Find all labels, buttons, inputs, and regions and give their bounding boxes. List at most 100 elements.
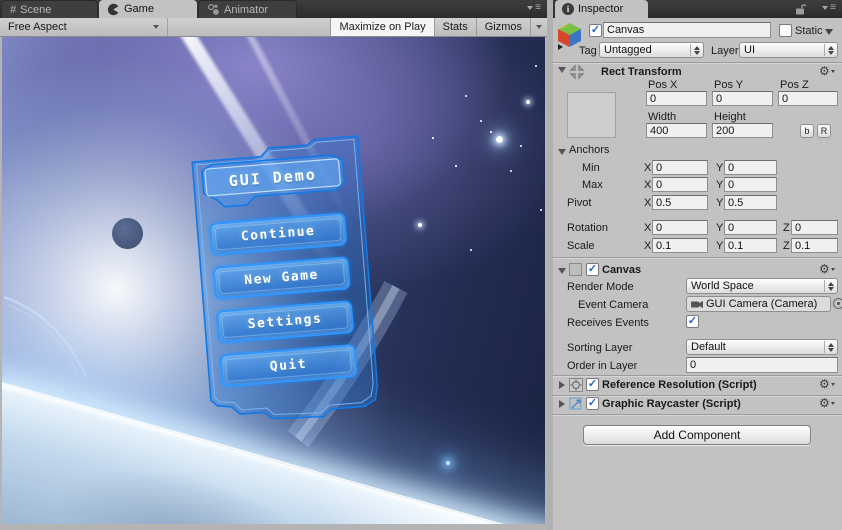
star xyxy=(526,100,530,104)
height-field[interactable] xyxy=(712,123,773,138)
star xyxy=(418,223,422,227)
camera-icon xyxy=(691,300,703,308)
anchors-min-y-field[interactable] xyxy=(724,160,777,175)
star xyxy=(480,120,482,122)
render-mode-stepper-icon xyxy=(824,280,834,292)
order-in-layer-field[interactable] xyxy=(686,357,838,373)
scale-y-field[interactable] xyxy=(724,238,777,253)
aspect-ratio-dropdown[interactable]: Free Aspect xyxy=(0,18,168,36)
tag-dropdown[interactable]: Untagged xyxy=(599,42,704,58)
tab-game[interactable]: Game xyxy=(99,0,197,18)
rotation-z-field[interactable] xyxy=(791,220,838,235)
static-checkbox[interactable] xyxy=(779,24,792,37)
game-pane-menu-button[interactable]: ≡ xyxy=(527,3,541,13)
anchors-min-x-field[interactable] xyxy=(652,160,708,175)
anchors-max-x-field[interactable] xyxy=(652,177,708,192)
gizmos-button[interactable]: Gizmos xyxy=(475,18,530,36)
stats-button[interactable]: Stats xyxy=(433,18,476,36)
pivot-label: Pivot xyxy=(567,197,592,209)
layer-label: Layer xyxy=(711,45,739,57)
axis-x-label: X xyxy=(644,162,652,174)
canvas-foldout[interactable] xyxy=(558,268,566,274)
star xyxy=(465,95,467,97)
reference-resolution-gear-icon[interactable]: ⚙ xyxy=(819,377,835,391)
canvas-enabled-checkbox[interactable]: ✓ xyxy=(586,263,599,276)
inspector-menu-dropdown-icon xyxy=(822,6,829,10)
pos-y-field[interactable] xyxy=(712,91,773,106)
gameobject-name-field[interactable] xyxy=(603,22,771,38)
star xyxy=(535,65,537,67)
tab-game-label: Game xyxy=(124,3,154,15)
scale-z-field[interactable] xyxy=(791,238,838,253)
pos-z-field[interactable] xyxy=(778,91,838,106)
aspect-dropdown-icon xyxy=(153,25,159,29)
event-camera-label: Event Camera xyxy=(578,299,649,311)
rect-transform-gear-icon[interactable]: ⚙ xyxy=(819,64,835,78)
rect-transform-title: Rect Transform xyxy=(601,66,682,78)
inspector-info-icon: i xyxy=(562,3,574,15)
anchors-foldout[interactable] xyxy=(558,149,566,155)
animator-nodes-icon xyxy=(208,4,219,15)
tag-label: Tag xyxy=(579,45,597,57)
layer-dropdown[interactable]: UI xyxy=(739,42,838,58)
graphic-raycaster-foldout[interactable] xyxy=(559,400,565,408)
event-camera-object-field[interactable]: GUI Camera (Camera) xyxy=(686,296,831,312)
gizmos-dropdown-button[interactable] xyxy=(530,18,547,36)
tab-inspector[interactable]: i Inspector xyxy=(555,0,648,18)
rotation-x-field[interactable] xyxy=(652,220,708,235)
axis-z-label: Z xyxy=(783,240,790,252)
anchors-min-label: Min xyxy=(582,162,600,174)
reference-resolution-checkbox[interactable]: ✓ xyxy=(586,378,599,391)
scene-grid-icon: # xyxy=(10,3,17,16)
tab-scene-label: Scene xyxy=(20,3,52,16)
star xyxy=(520,145,522,147)
inspector-menu-button[interactable]: ≡ xyxy=(822,3,836,13)
reference-resolution-foldout[interactable] xyxy=(559,381,565,389)
sorting-layer-stepper-icon xyxy=(824,341,834,353)
rect-transform-foldout[interactable] xyxy=(558,67,566,73)
star xyxy=(496,136,503,143)
width-label: Width xyxy=(648,111,677,123)
reference-resolution-title: Reference Resolution (Script) xyxy=(602,379,757,391)
inspector-tabbar: i Inspector ≡ xyxy=(553,0,842,18)
sorting-layer-dropdown[interactable]: Default xyxy=(686,339,838,355)
maximize-on-play-button[interactable]: Maximize on Play xyxy=(330,18,434,36)
aspect-ratio-value: Free Aspect xyxy=(8,21,67,33)
graphic-raycaster-checkbox[interactable]: ✓ xyxy=(586,397,599,410)
blueprint-mode-button[interactable]: b xyxy=(800,124,814,138)
pos-z-label: Pos Z xyxy=(780,79,809,91)
static-dropdown-icon[interactable] xyxy=(825,29,833,35)
pos-x-field[interactable] xyxy=(646,91,707,106)
height-label: Height xyxy=(714,111,746,123)
pane-menu-dropdown-icon xyxy=(527,6,534,10)
gameobject-active-checkbox[interactable]: ✓ xyxy=(589,24,602,37)
static-label: Static xyxy=(795,25,823,37)
axis-x-label: X xyxy=(644,197,652,209)
object-picker-icon[interactable] xyxy=(833,298,842,309)
pivot-x-field[interactable] xyxy=(652,195,708,210)
canvas-title: Canvas xyxy=(602,264,642,276)
game-toolbar: Free Aspect Maximize on Play Stats Gizmo… xyxy=(0,18,547,37)
game-pane-tabbar: # Scene Game Animator ≡ xyxy=(0,0,547,18)
add-component-button[interactable]: Add Component xyxy=(583,425,811,445)
canvas-component-icon xyxy=(569,263,582,276)
tag-stepper-icon xyxy=(690,44,700,56)
width-field[interactable] xyxy=(646,123,707,138)
scale-x-field[interactable] xyxy=(652,238,708,253)
tab-animator[interactable]: Animator xyxy=(198,0,297,18)
pivot-y-field[interactable] xyxy=(724,195,777,210)
inspector-body: ✓ Static Tag Untagged Layer UI Rect Tran… xyxy=(553,18,842,530)
receives-events-checkbox[interactable]: ✓ xyxy=(686,315,699,328)
rotation-y-field[interactable] xyxy=(724,220,777,235)
graphic-raycaster-gear-icon[interactable]: ⚙ xyxy=(819,396,835,410)
lock-icon[interactable] xyxy=(795,3,806,15)
gui-demo-menu: GUI Demo Continue New Game Settings Quit xyxy=(189,135,387,432)
scale-label: Scale xyxy=(567,240,595,252)
canvas-gear-icon[interactable]: ⚙ xyxy=(819,262,835,276)
star xyxy=(510,170,512,172)
render-mode-dropdown[interactable]: World Space xyxy=(686,278,838,294)
anchors-max-y-field[interactable] xyxy=(724,177,777,192)
raw-edit-mode-button[interactable]: R xyxy=(817,124,831,138)
tab-scene[interactable]: # Scene xyxy=(1,0,98,18)
axis-y-label: Y xyxy=(716,240,724,252)
